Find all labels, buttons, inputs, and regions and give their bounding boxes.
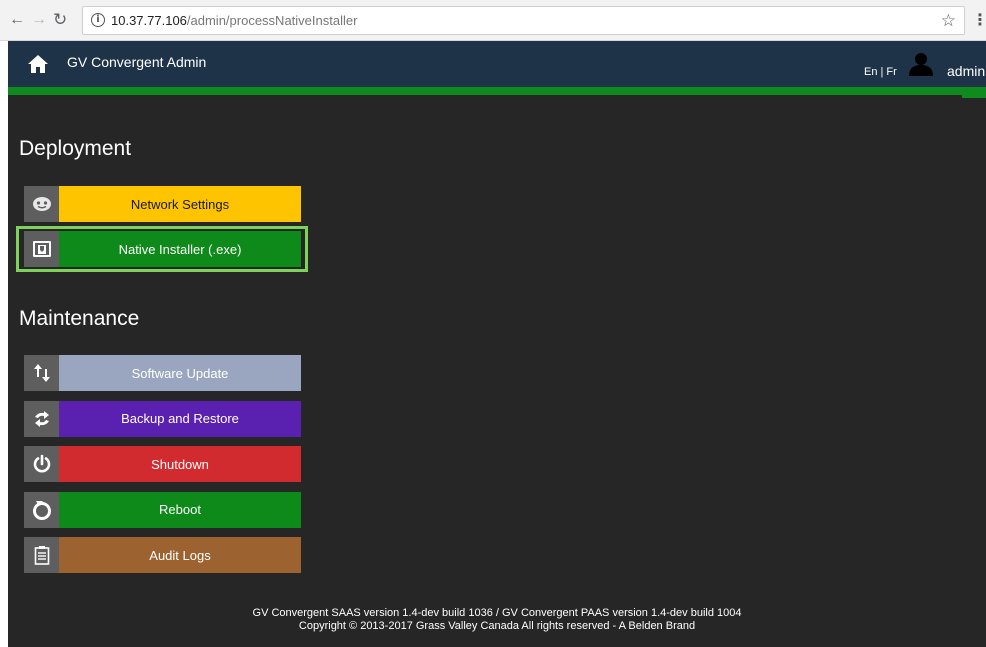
backup-and-restore-label: Backup and Restore [59,400,301,437]
reboot-button[interactable]: Reboot [24,491,301,528]
app-header: GV Convergent Admin En | Fr admin [8,41,986,87]
native-installer-exe-button[interactable]: Native Installer (.exe) [24,231,301,267]
page-left-margin [0,41,8,647]
browser-toolbar: ← → ↻ i 10.37.77.106/admin/processNative… [0,0,986,41]
reboot-label: Reboot [59,491,301,528]
header-accent-tab [962,95,986,98]
reload-icon[interactable]: ↻ [53,11,67,29]
user-avatar-icon[interactable] [909,52,933,76]
shutdown-button[interactable]: Shutdown [24,446,301,483]
native-installer-icon [24,231,59,267]
network-settings-icon [24,186,59,222]
forward-arrow-icon[interactable]: → [31,11,47,29]
deployment-heading: Deployment [19,137,132,160]
header-accent-bar [8,87,986,95]
audit-logs-icon [24,537,59,574]
reboot-icon [24,491,59,528]
software-update-label: Software Update [59,355,301,391]
admin-app: GV Convergent Admin En | Fr admin Deploy… [8,41,986,647]
network-settings-label: Network Settings [59,186,301,222]
username[interactable]: admin [947,63,985,79]
backup-restore-icon [24,400,59,437]
shutdown-label: Shutdown [59,446,301,483]
audit-logs-label: Audit Logs [59,537,301,574]
backup-and-restore-button[interactable]: Backup and Restore [24,400,301,437]
native-installer-exe-label: Native Installer (.exe) [59,231,301,267]
url-host: 10.37.77.106 [111,13,187,28]
home-icon[interactable] [27,54,49,74]
info-icon[interactable]: i [91,13,105,27]
back-arrow-icon[interactable]: ← [9,11,25,29]
network-settings-button[interactable]: Network Settings [24,186,301,222]
footer: GV Convergent SAAS version 1.4-dev build… [8,607,986,633]
version-info: GV Convergent SAAS version 1.4-dev build… [252,607,742,619]
maintenance-heading: Maintenance [19,307,140,330]
app-title[interactable]: GV Convergent Admin [67,54,206,70]
software-update-button[interactable]: Software Update [24,355,301,391]
url-path: /admin/processNativeInstaller [186,13,358,28]
copyright: Copyright © 2013-2017 Grass Valley Canad… [298,620,696,632]
power-icon [24,446,59,483]
software-update-icon [24,355,59,391]
browser-menu-icon[interactable]: ⋮ [972,10,986,30]
language-switch[interactable]: En | Fr [864,66,897,78]
url-text[interactable]: 10.37.77.106/admin/processNativeInstalle… [111,13,357,28]
audit-logs-button[interactable]: Audit Logs [24,537,301,574]
bookmark-star-icon[interactable]: ☆ [941,11,956,31]
address-bar[interactable]: i 10.37.77.106/admin/processNativeInstal… [82,6,965,35]
